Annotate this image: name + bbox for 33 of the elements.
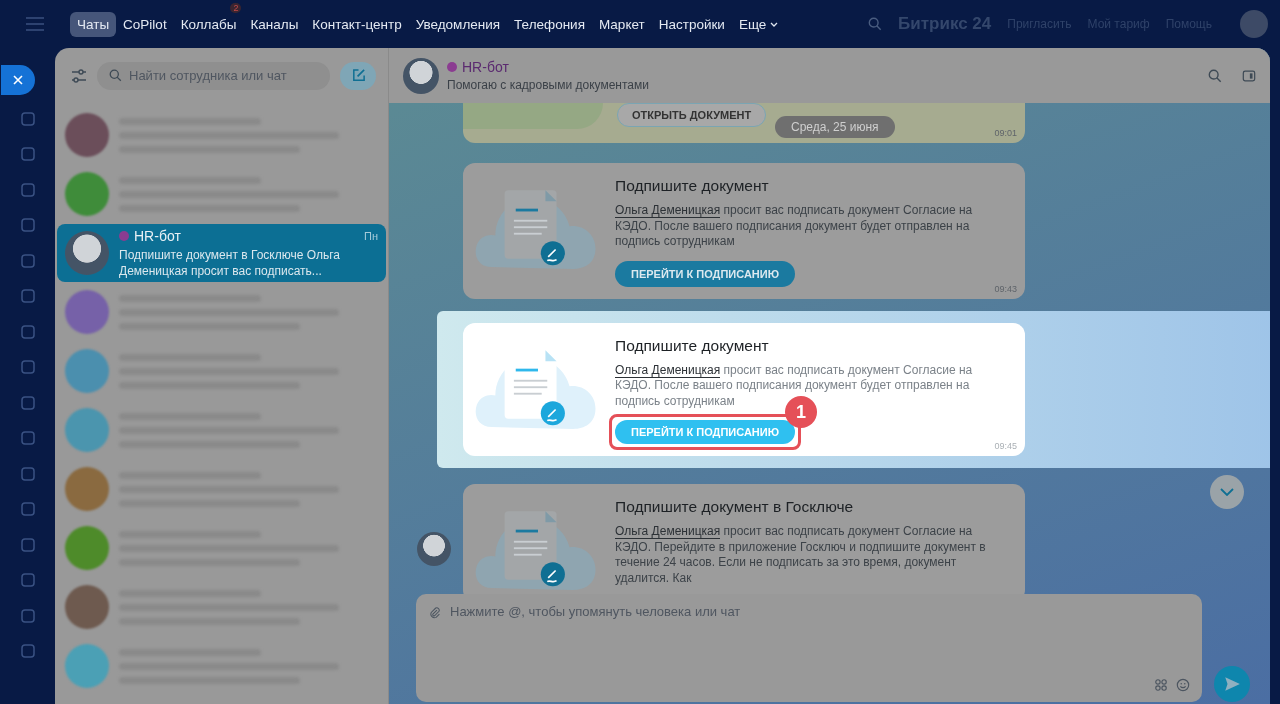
chat-name: HR-бот (134, 227, 181, 244)
message-title: Подпишите документ (615, 177, 770, 195)
date-label: Среда, 25 июня (775, 116, 895, 138)
nav-tab[interactable]: Уведомления (408, 11, 508, 37)
message-time: 09:01 (994, 128, 1017, 138)
message-title: Подпишите документ в Госключе (615, 498, 855, 516)
person-link[interactable]: Ольга Деменицкая (615, 524, 721, 539)
person-link[interactable]: Ольга Деменицкая (615, 362, 721, 378)
open-document-button[interactable]: ОТКРЫТЬ ДОКУМЕНТ (617, 103, 767, 127)
nav-tab[interactable]: Чаты (70, 11, 117, 37)
chat-preview: Подпишите документ в Госключе Ольга Деменицкая просит вас подписать... (119, 246, 341, 279)
nav-tab[interactable]: Коллабы (173, 11, 244, 37)
person-link[interactable]: Ольга Деменицкая (615, 203, 721, 218)
message-text: Ольга Деменицкая просит вас подписать документ Согласие на КЭДО. Перейдите в приложение Госключ и подпишите документ в течение 24 часов. Если не подписать за это время, документ удалится. Как (615, 524, 987, 586)
nav-tab[interactable]: Еще (731, 11, 786, 37)
chat-time: Пн (364, 229, 378, 242)
message-time: 09:43 (994, 283, 1017, 294)
message-text: Ольга Деменицкая просит вас подписать документ Согласие на КЭДО. После вашего подписания документ будет отправлен на подпись сотрудникам (615, 203, 974, 250)
nav-tab[interactable]: Маркет (591, 11, 652, 37)
nav-tab[interactable]: CoPilot (116, 11, 174, 37)
nav-tab[interactable]: Контакт-центр (305, 11, 409, 37)
message-title: Подпишите документ (615, 336, 770, 355)
nav-tab[interactable]: Настройки (651, 11, 732, 37)
message-input[interactable]: Нажмите @, чтобы упомянуть человека или чат (416, 594, 1202, 702)
sign-button[interactable]: ПЕРЕЙТИ К ПОДПИСАНИЮ (615, 260, 796, 287)
message-time: 09:45 (994, 441, 1017, 451)
chat-subtitle: Помогаю с кадровыми документами (447, 78, 649, 92)
chat-item[interactable]: HR-бот Пн Подпишите документ в Госключе Ольга Деменицкая просит вас подписать... (57, 224, 386, 282)
count-badge: 2 (230, 2, 242, 13)
nav-tab[interactable]: Каналы (243, 11, 306, 37)
nav-tab[interactable]: Телефония (507, 11, 592, 37)
search-field[interactable]: Найти сотрудника или чат (97, 61, 330, 90)
chat-title: HR-бот (462, 59, 509, 75)
